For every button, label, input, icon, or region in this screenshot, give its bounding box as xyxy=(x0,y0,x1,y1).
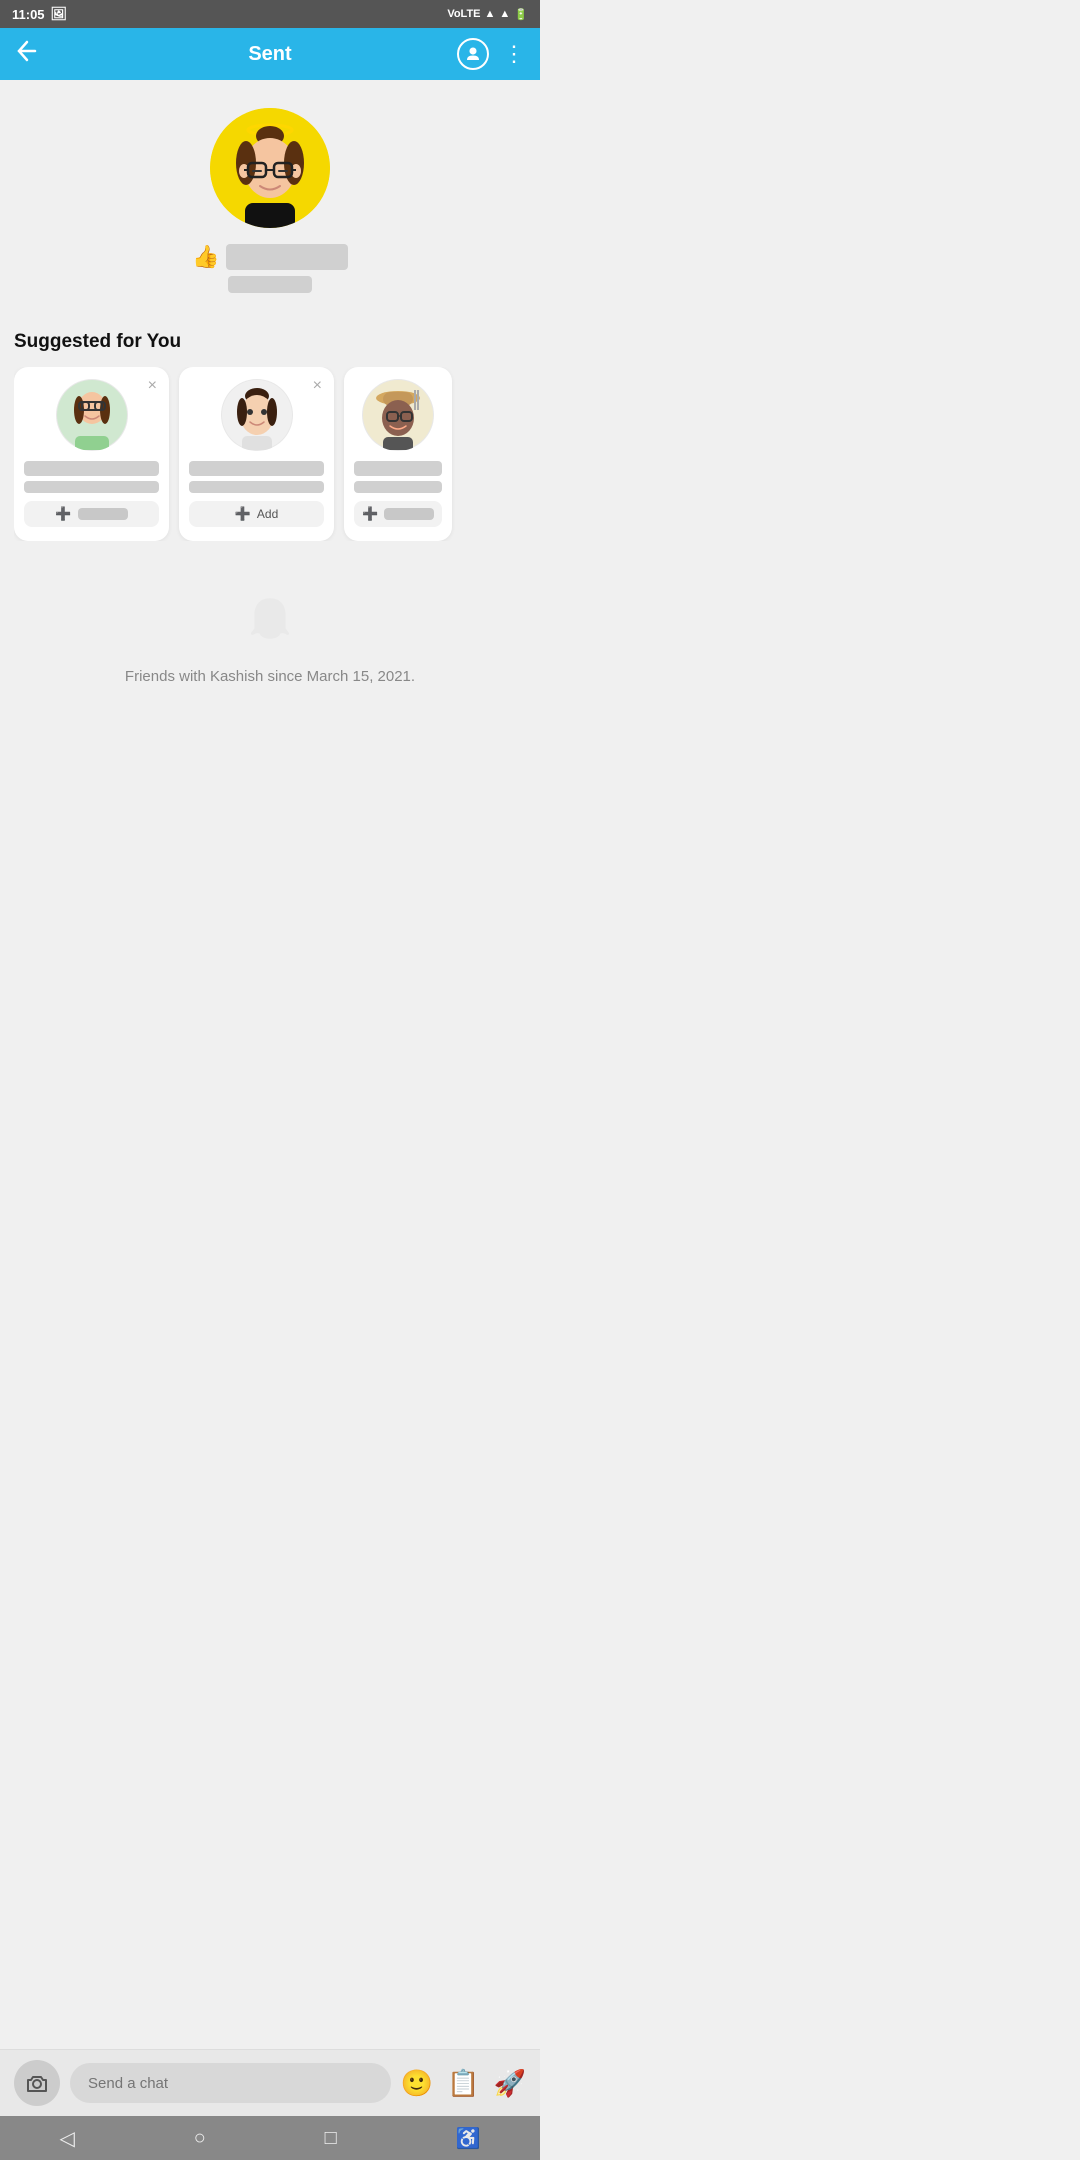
suggested-cards: × ➕ xyxy=(14,367,526,541)
card-action-2[interactable]: ➕ Add xyxy=(189,501,324,527)
card-action-3[interactable]: ➕ xyxy=(354,501,442,527)
card-avatar-3[interactable] xyxy=(362,379,434,451)
card-sub-1 xyxy=(24,481,159,493)
card-name-3 xyxy=(354,461,442,476)
thumbs-up-emoji: 👍 xyxy=(192,244,219,270)
card-avatar-1[interactable] xyxy=(56,379,128,451)
card-name-2 xyxy=(189,461,324,476)
photo-icon: 🖼 xyxy=(51,6,68,22)
nav-recent-button[interactable]: □ xyxy=(325,2127,337,2150)
card-sub-3 xyxy=(354,481,442,493)
status-bar: 11:05 🖼 VoLTE ▲ ▲ 🔋 xyxy=(0,0,540,28)
more-options-button[interactable]: ⋮ xyxy=(503,41,526,67)
top-bar-actions: ⋮ xyxy=(457,38,526,70)
back-button[interactable] xyxy=(16,40,38,68)
card-name-1 xyxy=(24,461,159,476)
suggested-card-1: × ➕ xyxy=(14,367,169,541)
card-close-2[interactable]: × xyxy=(313,377,322,395)
profile-section: 👍 xyxy=(0,80,540,311)
card-avatar-2[interactable] xyxy=(221,379,293,451)
emoji-button[interactable]: 🙂 xyxy=(401,2068,433,2099)
card-sub-2 xyxy=(189,481,324,493)
status-right: VoLTE ▲ ▲ 🔋 xyxy=(447,8,528,21)
volte-label: VoLTE xyxy=(447,8,480,20)
card-action-label-1 xyxy=(78,508,128,520)
signal-icon: ▲ xyxy=(499,8,510,20)
card-close-1[interactable]: × xyxy=(148,377,157,395)
bitmoji-button[interactable]: 🚀 xyxy=(494,2068,526,2099)
battery-icon: 🔋 xyxy=(514,8,528,21)
bottom-icons: 🙂 📋 🚀 xyxy=(401,2068,526,2099)
suggested-section: Suggested for You × xyxy=(0,311,540,541)
profile-name-row: 👍 xyxy=(192,244,348,270)
nav-home-button[interactable]: ○ xyxy=(194,2127,206,2150)
friends-since-section: Friends with Kashish since March 15, 202… xyxy=(0,541,540,717)
status-time: 11:05 xyxy=(12,7,45,22)
friends-since-text: Friends with Kashish since March 15, 202… xyxy=(125,668,415,685)
profile-username xyxy=(228,276,311,293)
nav-accessibility-button[interactable]: ♿ xyxy=(456,2126,481,2151)
bottom-chat-bar: 🙂 📋 🚀 xyxy=(0,2049,540,2116)
card-action-label-2: Add xyxy=(257,507,278,521)
camera-button[interactable] xyxy=(14,2060,60,2106)
suggested-title: Suggested for You xyxy=(14,331,526,353)
card-action-1[interactable]: ➕ xyxy=(24,501,159,527)
sticker-button[interactable]: 📋 xyxy=(447,2068,479,2099)
nav-bar: ◁ ○ □ ♿ xyxy=(0,2116,540,2160)
nav-back-button[interactable]: ◁ xyxy=(59,2126,74,2151)
status-left: 11:05 🖼 xyxy=(12,6,67,22)
snapchat-ghost-icon xyxy=(244,593,296,656)
wifi-icon: ▲ xyxy=(485,8,496,20)
top-bar: Sent ⋮ xyxy=(0,28,540,80)
suggested-card-3: ➕ xyxy=(344,367,452,541)
profile-name xyxy=(226,244,348,270)
avatar[interactable] xyxy=(210,108,330,228)
page-title: Sent xyxy=(248,43,291,66)
suggested-card-2: × xyxy=(179,367,334,541)
chat-input[interactable] xyxy=(70,2063,391,2103)
card-action-label-3 xyxy=(384,508,434,520)
add-friend-button[interactable] xyxy=(457,38,489,70)
